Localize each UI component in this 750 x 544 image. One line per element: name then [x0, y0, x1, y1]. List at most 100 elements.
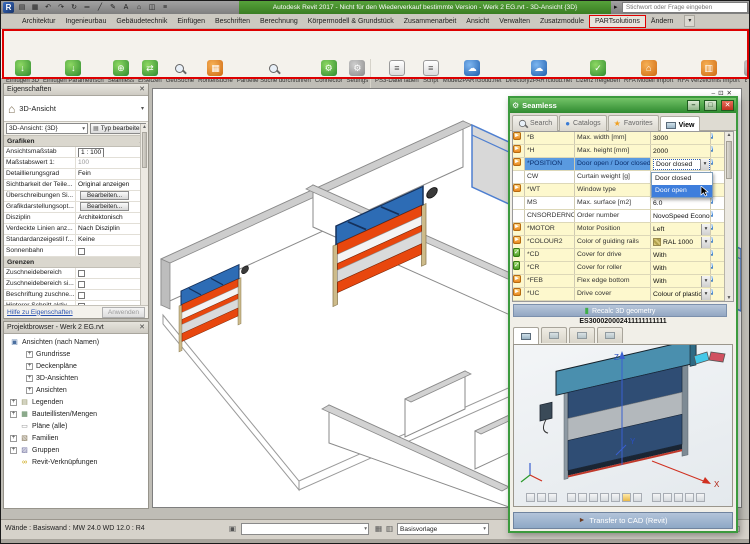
project-browser-close-icon[interactable]: ✕ — [139, 322, 145, 333]
model2partcloud-button[interactable]: ☁ Model2PARTcloud.net — [441, 58, 504, 84]
crop-visible-checkbox[interactable] — [78, 280, 85, 288]
preview-tab-3d[interactable] — [513, 327, 539, 344]
expand-icon[interactable]: + — [10, 434, 17, 442]
seamless-title-bar[interactable]: ⚙ Seamless – □ ✕ — [510, 98, 736, 113]
seamless-button[interactable]: ⊕ Seamless — [106, 58, 136, 84]
preview-tool-icon[interactable] — [685, 493, 694, 502]
title-expand-icon[interactable]: ▸ — [614, 3, 618, 11]
save-icon[interactable]: ▦ — [30, 2, 40, 13]
preview-tool-icon[interactable] — [663, 493, 672, 502]
tab-zusatzmodule[interactable]: Zusatzmodule — [535, 15, 589, 28]
expand-icon[interactable]: + — [26, 374, 33, 382]
tree-item-familien[interactable]: + ▧ Familien — [4, 432, 148, 444]
type-selector[interactable]: ⌂ 3D-Ansicht ▾ — [4, 96, 148, 122]
table-row[interactable]: ► *FEB Flex edge bottom With ▾ i — [513, 275, 724, 288]
redo-icon[interactable]: ↷ — [56, 2, 66, 13]
partielle-suche-button[interactable]: Partielle Suche durchführen — [235, 58, 313, 84]
tab-zusammenarbeit[interactable]: Zusammenarbeit — [399, 15, 462, 28]
table-row-selected[interactable]: ► *POSITION Door open / Door closed Door cl… — [513, 158, 724, 171]
preview-tool-icon[interactable] — [674, 493, 683, 502]
section-grafiken[interactable]: Grafiken▲ — [4, 136, 148, 147]
table-row[interactable]: ► *MOTOR Motor Position Left ▾ i — [513, 223, 724, 236]
preview-tool-icon[interactable] — [526, 493, 535, 502]
section-icon[interactable]: ◫ — [147, 2, 157, 13]
dropdown-option-door-open[interactable]: Door open — [652, 185, 712, 197]
info-icon[interactable]: i — [711, 159, 713, 165]
expand-icon[interactable]: + — [10, 410, 17, 418]
tab-partsolutions[interactable]: PARTsolutions — [588, 14, 646, 28]
combo-arrow-icon[interactable]: ▾ — [701, 236, 710, 248]
section-grenzen[interactable]: Grenzen▲ — [4, 257, 148, 268]
tree-item-revit-verknuepfungen[interactable]: ∞ Revit-Verknüpfungen — [4, 456, 148, 468]
thin-lines-icon[interactable]: ≡ — [160, 2, 170, 13]
geosuche-button[interactable]: GeoSuche — [164, 58, 196, 84]
connector-button[interactable]: ⚙ Connector — [313, 58, 345, 84]
edit-graphics-button[interactable]: Bearbeiten... — [80, 202, 130, 211]
type-dropdown-icon[interactable]: ▾ — [141, 105, 144, 112]
preview-tool-icon[interactable] — [567, 493, 576, 502]
table-row[interactable]: ► *COLOUR2 Color of guiding rails RAL 1000 ▾… — [513, 236, 724, 249]
undo-icon[interactable]: ↶ — [43, 2, 53, 13]
crop-region-checkbox[interactable] — [78, 269, 85, 277]
tab-favorites[interactable]: ★ Favorites — [607, 115, 659, 131]
tree-item-ansichten[interactable]: + Ansichten — [4, 384, 148, 396]
edit-overrides-button[interactable]: Bearbeiten... — [80, 191, 130, 200]
tab-search[interactable]: Search — [512, 115, 559, 131]
expand-icon[interactable]: + — [10, 398, 17, 406]
design-option-combobox[interactable]: Basisvorlage ▾ — [397, 523, 489, 535]
preview-tab-drawing[interactable] — [569, 327, 595, 343]
preview-tool-icon[interactable] — [589, 493, 598, 502]
einfuegen-parametrisch-button[interactable]: ↓ Einfügen Parametrisch — [41, 58, 106, 84]
open-icon[interactable]: ▤ — [17, 2, 27, 13]
tree-item-plaene[interactable]: ▭ Pläne (alle) — [4, 420, 148, 432]
annotation-crop-checkbox[interactable] — [78, 291, 85, 299]
rohteilsuche-button[interactable]: ▦ Rohteilsuche — [196, 58, 235, 84]
info-icon[interactable]: i — [711, 263, 713, 269]
rfa-modell-import-button[interactable]: ⌂ RFA Modell Import — [622, 58, 675, 84]
table-row[interactable]: CNSORDERNOOrder numberNovoSpeed Economic… — [513, 210, 724, 223]
script-button[interactable]: ≡ Script — [421, 58, 441, 84]
combo-arrow-icon[interactable]: ▾ — [701, 223, 710, 235]
text-icon[interactable]: A — [121, 2, 131, 13]
measure-icon[interactable]: ═ — [82, 2, 92, 13]
properties-scrollbar[interactable]: ▲ — [140, 124, 148, 305]
position-combobox[interactable]: Door closed ▾ — [653, 158, 710, 170]
3d-preview-pane[interactable]: Z Y X — [513, 344, 733, 507]
tab-verwalten[interactable]: Verwalten — [494, 15, 535, 28]
instance-selector[interactable]: 3D-Ansicht: {3D} ▾ — [6, 123, 89, 134]
table-row[interactable]: ✓ *CR Cover for roller With i — [513, 261, 724, 275]
preview-tab-2d[interactable] — [541, 327, 567, 343]
seamless-close-button[interactable]: ✕ — [721, 100, 734, 111]
tab-architektur[interactable]: Architektur — [17, 15, 60, 28]
transfer-to-cad-button[interactable]: ► Transfer to CAD (Revit) — [513, 512, 733, 529]
info-icon[interactable]: i — [711, 237, 713, 243]
worksets-icon[interactable]: ▣ — [229, 524, 236, 533]
dropdown-option-door-closed[interactable]: Door closed — [652, 173, 712, 185]
preview-tool-icon[interactable] — [696, 493, 705, 502]
tab-einfuegen[interactable]: Einfügen — [172, 15, 210, 28]
combo-arrow-icon[interactable]: ▾ — [701, 288, 710, 300]
sync-icon[interactable]: ↻ — [69, 2, 79, 13]
directory2partcloud-button[interactable]: ☁ Directory2PARTcloud.net — [504, 58, 574, 84]
info-icon[interactable]: i — [711, 146, 713, 152]
edit-type-button[interactable]: ▦ Typ bearbeiten — [90, 123, 146, 134]
ps3-datei-laden-button[interactable]: ≡ PS3-Datei laden — [373, 58, 421, 84]
preview-tab-info[interactable] — [597, 327, 623, 343]
tab-berechnung[interactable]: Berechnung — [255, 15, 303, 28]
preview-tool-icon[interactable] — [537, 493, 546, 502]
ersetzen-button[interactable]: ⇄ Ersetzen — [136, 58, 164, 84]
worksets-combobox[interactable]: ▾ — [241, 523, 369, 535]
preview-tool-icon-active[interactable] — [622, 493, 631, 502]
pen-icon[interactable]: ✎ — [108, 2, 118, 13]
tree-item-grundrisse[interactable]: + Grundrisse — [4, 348, 148, 360]
table-row[interactable]: ► *B Max. width [mm] 3000 i — [513, 132, 724, 145]
design-options-icon-2[interactable]: ▥ — [386, 524, 393, 533]
seamless-maximize-button[interactable]: □ — [704, 100, 717, 111]
info-icon[interactable]: i — [711, 133, 713, 139]
combo-arrow-icon[interactable]: ▾ — [701, 275, 710, 287]
apply-button[interactable]: Anwenden — [101, 306, 145, 318]
help-search-input[interactable] — [622, 2, 748, 13]
recalc-3d-geometry-button[interactable]: ▮ Recalc 3D geometry — [513, 304, 727, 317]
table-row[interactable]: ► *H Max. height [mm] 2000 i — [513, 145, 724, 158]
tree-item-3d-ansichten[interactable]: +3D-Ansichten — [4, 372, 148, 384]
